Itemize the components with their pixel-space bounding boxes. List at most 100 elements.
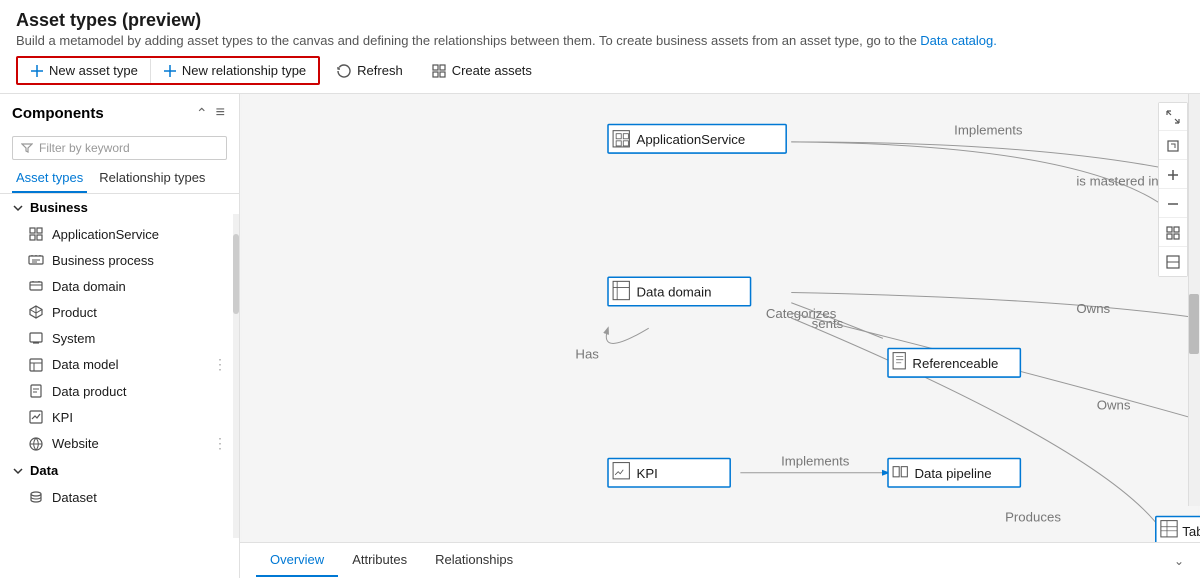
filter-icon bbox=[21, 142, 33, 154]
zoom-controls bbox=[1158, 102, 1188, 277]
svg-text:is mastered in: is mastered in bbox=[1076, 174, 1158, 189]
dataset-icon bbox=[28, 489, 44, 505]
main-content: Components ⌃ ≡ Filter by keyword Asset t… bbox=[0, 94, 1200, 578]
sidebar-item-kpi-label: KPI bbox=[52, 410, 227, 425]
svg-text:Produces: Produces bbox=[1005, 510, 1061, 525]
fit-icon bbox=[1166, 139, 1180, 153]
tab-relationships[interactable]: Relationships bbox=[421, 544, 527, 577]
sidebar-item-businessprocess-label: Business process bbox=[52, 253, 227, 268]
new-relationship-type-button[interactable]: New relationship type bbox=[151, 58, 318, 83]
section-business[interactable]: Business bbox=[0, 194, 239, 221]
sidebar-expand-icon[interactable]: ≡ bbox=[214, 102, 227, 124]
sidebar-item-datadomain[interactable]: Data domain bbox=[0, 273, 239, 299]
filter-input-wrap: Filter by keyword bbox=[0, 132, 239, 164]
tab-overview[interactable]: Overview bbox=[256, 544, 338, 577]
sidebar-item-datamodel[interactable]: Data model ⋮ bbox=[0, 351, 239, 378]
sidebar-item-product[interactable]: Product bbox=[0, 299, 239, 325]
node-table[interactable]: Table bbox=[1156, 517, 1200, 542]
tab-attributes[interactable]: Attributes bbox=[338, 544, 421, 577]
sidebar-item-datadomain-label: Data domain bbox=[52, 279, 227, 294]
sidebar-item-website-dots: ⋮ bbox=[213, 435, 227, 452]
chevron-down-icon-2 bbox=[12, 465, 24, 477]
cube-icon bbox=[28, 304, 44, 320]
sidebar-item-datamodel-label: Data model bbox=[52, 357, 205, 372]
sidebar-item-dataset-label: Dataset bbox=[52, 490, 227, 505]
svg-text:Has: Has bbox=[575, 347, 599, 362]
refresh-icon bbox=[336, 63, 352, 79]
zoom-layout-button[interactable] bbox=[1159, 219, 1187, 247]
tab-asset-types[interactable]: Asset types bbox=[12, 164, 87, 193]
toolbar-primary-group: New asset type New relationship type bbox=[16, 56, 320, 85]
chevron-down-icon bbox=[12, 202, 24, 214]
sidebar-tabs: Asset types Relationship types bbox=[0, 164, 239, 194]
bottom-chevron[interactable]: ⌄ bbox=[1174, 554, 1184, 568]
zoom-fit-button[interactable] bbox=[1159, 132, 1187, 160]
expand-icon bbox=[1166, 110, 1180, 124]
filter-placeholder: Filter by keyword bbox=[39, 141, 130, 155]
filter-input-container[interactable]: Filter by keyword bbox=[12, 136, 227, 160]
zoom-panel-button[interactable] bbox=[1159, 248, 1187, 276]
node-datapipeline[interactable]: Data pipeline bbox=[888, 459, 1020, 488]
svg-text:Implements: Implements bbox=[781, 454, 850, 469]
sidebar-scrollbar-track bbox=[233, 214, 239, 538]
create-assets-button[interactable]: Create assets bbox=[419, 58, 544, 84]
sidebar-item-datamodel-dots: ⋮ bbox=[213, 356, 227, 373]
panel-icon bbox=[1166, 255, 1180, 269]
sidebar-item-website-label: Website bbox=[52, 436, 205, 451]
dataproduct-icon bbox=[28, 383, 44, 399]
canvas[interactable]: Implements is mastered in Has Categorize… bbox=[240, 94, 1200, 542]
svg-text:Table: Table bbox=[1182, 524, 1200, 539]
sidebar-item-system[interactable]: System bbox=[0, 325, 239, 351]
page-title: Asset types (preview) bbox=[16, 10, 1184, 31]
svg-text:Referenceable: Referenceable bbox=[912, 356, 998, 371]
refresh-button[interactable]: Refresh bbox=[324, 58, 415, 84]
plus-icon-2 bbox=[163, 64, 177, 78]
sidebar-item-website[interactable]: Website ⋮ bbox=[0, 430, 239, 457]
sidebar-header: Components ⌃ ≡ bbox=[0, 94, 239, 132]
tab-relationship-types[interactable]: Relationship types bbox=[95, 164, 209, 193]
section-data[interactable]: Data bbox=[0, 457, 239, 484]
canvas-vscroll-thumb[interactable] bbox=[1189, 294, 1199, 354]
svg-text:Data domain: Data domain bbox=[637, 285, 712, 300]
sidebar-scrollbar-thumb bbox=[233, 234, 239, 314]
sidebar: Components ⌃ ≡ Filter by keyword Asset t… bbox=[0, 94, 240, 578]
grid-icon bbox=[28, 226, 44, 242]
node-referenceable[interactable]: Referenceable bbox=[888, 349, 1020, 378]
kpi-icon bbox=[28, 409, 44, 425]
process-icon bbox=[28, 252, 44, 268]
sidebar-title: Components bbox=[12, 105, 104, 122]
zoom-out-button[interactable] bbox=[1159, 190, 1187, 218]
sidebar-item-applicationservice[interactable]: ApplicationService bbox=[0, 221, 239, 247]
svg-text:Data pipeline: Data pipeline bbox=[914, 466, 991, 481]
svg-text:Owns: Owns bbox=[1097, 398, 1131, 413]
zoom-expand-button[interactable] bbox=[1159, 103, 1187, 131]
page-header: Asset types (preview) Build a metamodel … bbox=[0, 0, 1200, 48]
sidebar-item-product-label: Product bbox=[52, 305, 227, 320]
sidebar-collapse-icon[interactable]: ⌃ bbox=[194, 102, 210, 124]
layout-icon bbox=[1166, 226, 1180, 240]
sidebar-icon-group: ⌃ ≡ bbox=[194, 102, 227, 124]
canvas-vscroll-track[interactable] bbox=[1188, 94, 1200, 506]
domain-icon bbox=[28, 278, 44, 294]
sidebar-item-kpi[interactable]: KPI bbox=[0, 404, 239, 430]
data-catalog-link[interactable]: Data catalog. bbox=[920, 33, 997, 48]
node-datadomain[interactable]: Data domain bbox=[608, 277, 751, 306]
sidebar-item-dataproduct-label: Data product bbox=[52, 384, 227, 399]
svg-text:KPI: KPI bbox=[637, 466, 658, 481]
page-subtitle: Build a metamodel by adding asset types … bbox=[16, 33, 1184, 48]
sidebar-item-dataset[interactable]: Dataset bbox=[0, 484, 239, 510]
minus-zoom-icon bbox=[1166, 197, 1180, 211]
plus-icon bbox=[30, 64, 44, 78]
svg-text:ApplicationService: ApplicationService bbox=[637, 132, 746, 147]
toolbar: New asset type New relationship type Ref… bbox=[0, 48, 1200, 94]
node-kpi[interactable]: KPI bbox=[608, 459, 730, 488]
sidebar-item-dataproduct[interactable]: Data product bbox=[0, 378, 239, 404]
svg-text:Owns: Owns bbox=[1076, 301, 1110, 316]
sidebar-item-businessprocess[interactable]: Business process bbox=[0, 247, 239, 273]
sidebar-item-system-label: System bbox=[52, 331, 227, 346]
svg-text:Implements: Implements bbox=[954, 123, 1023, 138]
new-asset-type-button[interactable]: New asset type bbox=[18, 58, 150, 83]
sidebar-scroll: Business ApplicationService Business pro… bbox=[0, 194, 239, 578]
node-applicationservice[interactable]: ApplicationService bbox=[608, 125, 786, 154]
zoom-in-button[interactable] bbox=[1159, 161, 1187, 189]
